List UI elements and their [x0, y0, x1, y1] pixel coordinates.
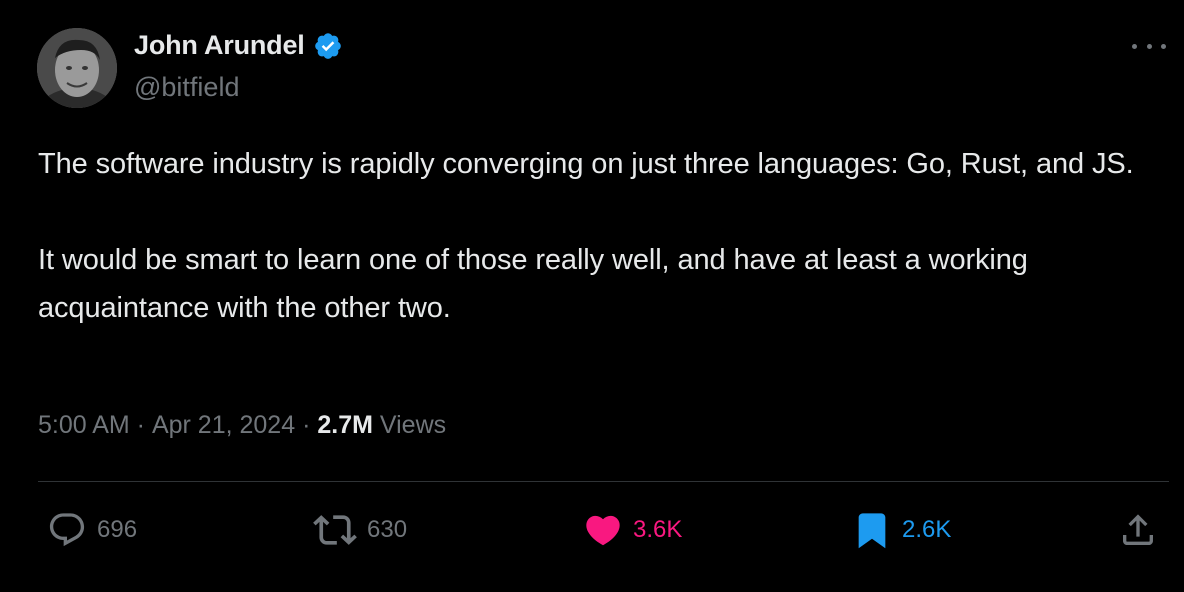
repost-button[interactable]: 630	[313, 505, 407, 555]
repost-count: 630	[367, 516, 408, 543]
heart-icon	[586, 515, 620, 546]
tweet-paragraph: The software industry is rapidly converg…	[38, 148, 1134, 180]
like-count: 3.6K	[633, 516, 683, 543]
tweet-paragraph: It would be smart to learn one of those …	[38, 244, 1028, 324]
author-handle[interactable]: @bitfield	[134, 72, 239, 103]
more-dot	[1132, 43, 1137, 49]
share-icon	[1123, 514, 1153, 545]
divider	[38, 481, 1169, 482]
verified-badge-icon[interactable]	[313, 31, 343, 61]
avatar-image	[37, 28, 117, 108]
tweet-text: The software industry is rapidly converg…	[38, 140, 1158, 332]
repost-icon	[313, 515, 357, 545]
reply-button[interactable]: 696	[47, 505, 137, 555]
reply-count: 696	[97, 516, 138, 543]
reply-icon	[49, 513, 85, 547]
bookmark-button[interactable]: 2.6K	[852, 505, 951, 555]
views-label: Views	[372, 411, 447, 439]
action-bar: 696 630 3.6K 2.6K	[0, 505, 1184, 555]
views-count: 2.7M	[317, 411, 373, 439]
share-button[interactable]	[1118, 505, 1158, 555]
meta-separator: ·	[295, 411, 318, 439]
tweet-date[interactable]: Apr 21, 2024	[152, 411, 295, 440]
like-button[interactable]: 3.6K	[583, 505, 682, 555]
tweet-time[interactable]: 5:00 AM	[38, 411, 130, 440]
avatar[interactable]	[37, 28, 117, 108]
author-display-name[interactable]: John Arundel	[134, 30, 305, 61]
more-dot	[1161, 43, 1166, 49]
tweet-meta: 5:00 AM · Apr 21, 2024 · 2.7M Views	[38, 411, 446, 440]
bookmark-count: 2.6K	[902, 516, 952, 543]
more-dots-icon[interactable]	[1132, 36, 1166, 56]
bookmark-icon	[858, 513, 886, 549]
more-dot	[1146, 43, 1152, 49]
author-name-row: John Arundel	[134, 30, 343, 61]
meta-separator: ·	[129, 411, 152, 439]
